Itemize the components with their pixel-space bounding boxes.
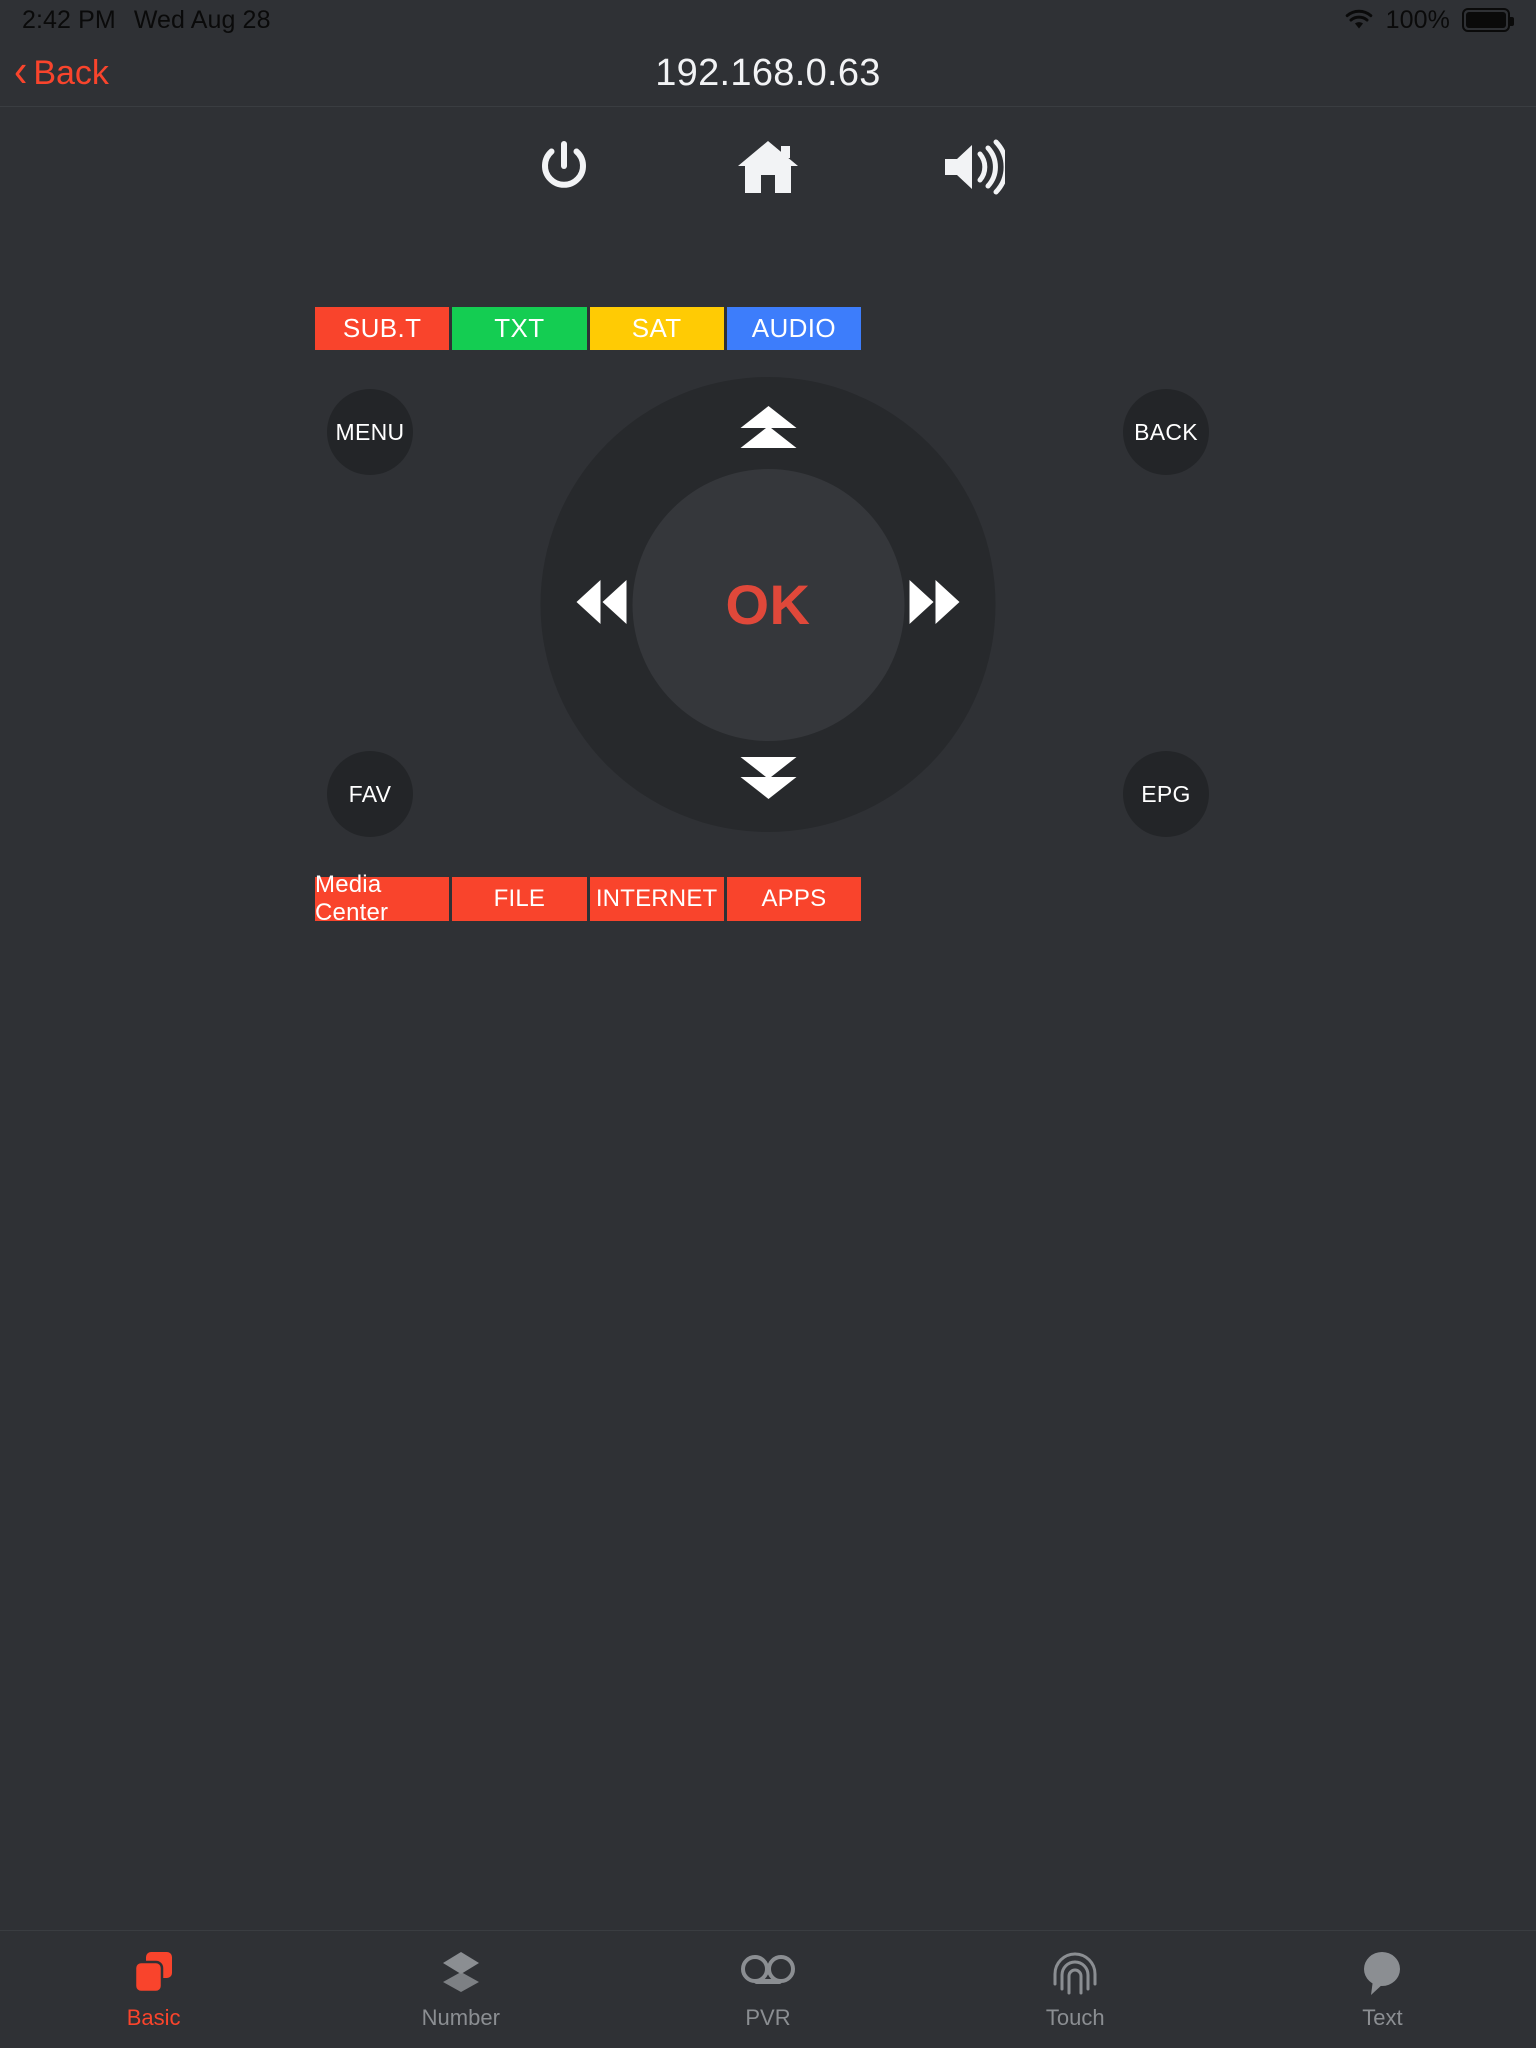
app-button-label: FILE [493,885,546,912]
status-time: 2:42 PM [22,5,116,34]
color-button-sat[interactable]: SAT [589,307,724,350]
apps-button[interactable]: APPS [726,877,861,921]
battery-full-icon [1462,8,1514,32]
layers-icon [439,1947,483,1999]
tab-basic[interactable]: Basic [0,1947,307,2031]
remote-control-panel: SUB.T TXT SAT AUDIO OK MENU BACK FAV EPG… [0,107,1536,1930]
menu-button-label: MENU [335,418,405,445]
double-chevron-up-icon [738,404,798,457]
speech-bubble-icon [1359,1947,1405,1999]
fav-button-label: FAV [348,780,392,807]
power-icon [533,136,595,198]
color-button-label: SUB.T [342,313,422,343]
fingerprint-icon [1052,1947,1098,1999]
color-button-subt[interactable]: SUB.T [315,307,450,350]
back-nav-button-label: BACK [1134,418,1198,445]
top-icon-row [0,125,1536,209]
media-center-button[interactable]: Media Center [315,871,450,926]
tab-label: PVR [745,2005,791,2030]
tab-label: Text [1362,2005,1403,2030]
color-button-row: SUB.T TXT SAT AUDIO [315,307,861,350]
home-button[interactable] [722,125,814,209]
power-button[interactable] [518,125,610,209]
color-button-label: TXT [494,313,545,343]
color-button-label: AUDIO [751,313,837,343]
tab-label: Touch [1045,2005,1105,2030]
dpad-ring[interactable]: OK [540,377,996,832]
tab-bar: Basic Number PVR Touch Text [0,1930,1536,2048]
dpad-up-button[interactable] [725,395,811,465]
color-button-audio[interactable]: AUDIO [726,307,861,350]
color-button-txt[interactable]: TXT [452,307,587,350]
fast-forward-icon [908,577,962,632]
file-button[interactable]: FILE [452,877,587,921]
app-button-row: Media Center FILE INTERNET APPS [315,871,861,926]
nav-bar: ‹ Back 192.168.0.63 [0,40,1536,107]
menu-button[interactable]: MENU [327,389,413,475]
tab-touch[interactable]: Touch [922,1947,1229,2031]
internet-button[interactable]: INTERNET [589,877,724,921]
dpad-right-button[interactable] [892,570,978,640]
home-icon [735,137,801,197]
status-date: Wed Aug 28 [133,5,271,34]
reels-icon [740,1947,796,1999]
mute-icon [939,138,1005,196]
back-nav-button[interactable]: BACK [1123,389,1209,475]
dpad-area: OK MENU BACK FAV EPG [0,377,1536,847]
double-chevron-down-icon [738,753,798,806]
dpad-down-button[interactable] [725,744,811,814]
tab-text[interactable]: Text [1229,1947,1536,2031]
remote-app-screen: 2:42 PM Wed Aug 28 100% ‹ Back 192.168.0… [0,0,1536,2048]
ok-button-label: OK [725,573,811,636]
tab-number[interactable]: Number [307,1947,614,2031]
status-bar-right: 100% [1344,5,1514,35]
app-button-label: APPS [761,885,827,912]
mute-button[interactable] [926,125,1018,209]
rewind-icon [575,577,629,632]
ok-button[interactable]: OK [632,468,904,741]
tab-label: Basic [126,2005,181,2030]
app-button-label: INTERNET [595,885,718,912]
tab-pvr[interactable]: PVR [614,1947,921,2031]
color-button-label: SAT [631,313,682,343]
stacked-squares-icon [130,1947,178,1999]
epg-button[interactable]: EPG [1123,751,1209,837]
page-title: 192.168.0.63 [655,51,881,94]
epg-button-label: EPG [1141,780,1191,807]
app-button-label: Media Center [315,871,389,926]
tab-label: Number [421,2005,500,2030]
status-bar: 2:42 PM Wed Aug 28 100% [0,0,1536,40]
wifi-icon [1344,9,1374,31]
fav-button[interactable]: FAV [327,751,413,837]
battery-percent-label: 100% [1385,5,1450,34]
status-bar-left: 2:42 PM Wed Aug 28 [22,6,271,35]
